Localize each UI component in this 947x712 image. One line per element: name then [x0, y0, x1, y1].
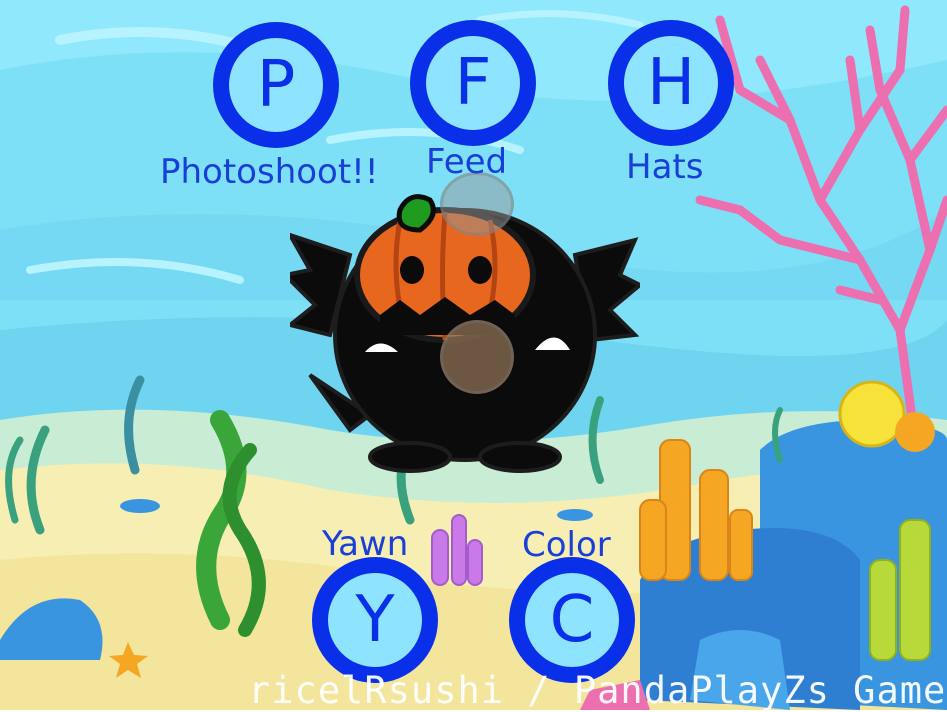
yawn-button[interactable]: Y	[312, 557, 438, 683]
photoshoot-button[interactable]: P	[213, 22, 339, 148]
yawn-label: Yawn	[322, 524, 409, 564]
touch-indicator-center	[440, 320, 514, 394]
photoshoot-label: Photoshoot!!	[160, 152, 379, 192]
color-key-letter: C	[549, 583, 595, 657]
feed-button[interactable]: F	[410, 20, 536, 146]
photoshoot-key-letter: P	[256, 48, 296, 122]
hats-button[interactable]: H	[608, 20, 734, 146]
feed-label: Feed	[426, 142, 508, 182]
yawn-key-letter: Y	[355, 583, 395, 657]
credit-text: ricelRsushi / PandaPlayZs Game	[248, 669, 947, 712]
color-button[interactable]: C	[509, 557, 635, 683]
hats-key-letter: H	[646, 46, 696, 120]
feed-key-letter: F	[454, 46, 492, 120]
hats-label: Hats	[626, 147, 704, 187]
